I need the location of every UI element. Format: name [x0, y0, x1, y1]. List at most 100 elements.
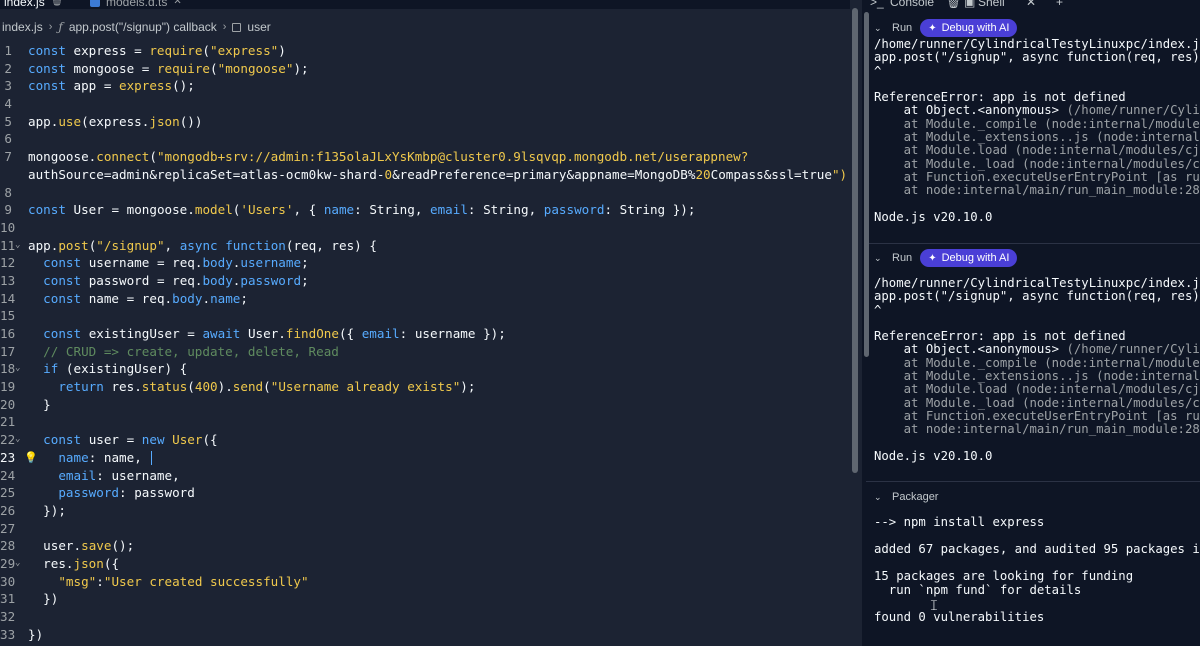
code-line[interactable]: 5 app.use(express.json()): [0, 113, 850, 131]
code-line[interactable]: 11 ⌄ app.post("/signup", async function(re…: [0, 237, 850, 255]
code-line[interactable]: 14 const name = req.body.name;: [0, 290, 850, 308]
code-line[interactable]: 12 const username = req.body.username;: [0, 254, 850, 272]
code-line[interactable]: 28 user.save();: [0, 537, 850, 555]
code-text: const user = new User({: [43, 432, 218, 448]
console-output-line: /home/runner/CylindricalTestyLinuxpc/ind…: [874, 277, 1200, 290]
chevron-down-icon[interactable]: ⌄: [874, 253, 884, 264]
packager-header: ⌄ Packager: [874, 487, 938, 507]
text-cursor-icon: 𝙸: [929, 598, 939, 614]
code-text: app.post("/signup", async function(req, …: [28, 237, 377, 253]
console-output-line: at Function.executeUserEntryPoint [as ru…: [903, 169, 1200, 184]
trash-icon[interactable]: 🗑: [51, 0, 64, 9]
code-area[interactable]: 1 const express = require("express") 2 cons…: [0, 42, 850, 643]
code-line[interactable]: 13 const password = req.body.password;: [0, 272, 850, 290]
code-line[interactable]: authSource=admin&replicaSet=atlas-ocm0kw…: [0, 166, 850, 184]
code-line[interactable]: 19 return res.status(400).send("Username…: [0, 378, 850, 396]
tab-label: index.js: [4, 0, 45, 9]
code-line[interactable]: 2 const mongoose = require("mongoose");: [0, 60, 850, 78]
packager-output-line: [874, 597, 1200, 611]
debug-label: Debug with AI: [941, 22, 1010, 34]
console-output-line: app.post("/signup", async function(req, …: [874, 50, 1200, 65]
breadcrumb-variable[interactable]: user: [247, 20, 270, 34]
code-line[interactable]: 17 // CRUD => create, update, delete, Re…: [0, 343, 850, 361]
code-line[interactable]: 9 const User = mongoose.model('Users', { …: [0, 201, 850, 219]
tab-shell[interactable]: Shell: [978, 0, 1005, 9]
console-output-line: Node.js v20.10.0: [874, 209, 993, 224]
debug-with-ai-button[interactable]: ✦ Debug with AI: [920, 249, 1018, 267]
console-output-line: ReferenceError: app is not defined: [874, 90, 1126, 105]
line-number: 14: [0, 290, 16, 306]
code-line[interactable]: 30 "msg":"User created successfully": [0, 573, 850, 591]
typescript-file-icon: [90, 0, 100, 7]
code-line[interactable]: 32: [0, 608, 850, 626]
code-line[interactable]: 29 ⌄ res.json({: [0, 555, 850, 573]
fold-chevron-icon[interactable]: ⌄: [15, 360, 20, 378]
fold-chevron-icon[interactable]: ⌄: [15, 431, 20, 449]
packager-label: Packager: [892, 491, 939, 503]
console-output-line: at Object.<anonymous> (/home/runner/Cyli…: [874, 342, 1200, 357]
code-line[interactable]: 8: [0, 184, 850, 202]
line-number: 26: [0, 502, 16, 518]
code-line[interactable]: 4: [0, 95, 850, 113]
code-line[interactable]: 22 ⌄ const user = new User({: [0, 431, 850, 449]
code-line[interactable]: 6: [0, 130, 850, 148]
line-number: 24: [0, 467, 16, 483]
console-scrollbar[interactable]: [864, 12, 869, 357]
code-line[interactable]: 24 email: username,: [0, 467, 850, 485]
code-text: const mongoose = require("mongoose");: [28, 60, 309, 76]
code-line[interactable]: 20 }: [0, 396, 850, 414]
code-text: });: [28, 502, 66, 518]
line-number: 5: [4, 113, 12, 129]
close-icon[interactable]: ✕: [1026, 0, 1036, 9]
code-line[interactable]: 10: [0, 219, 850, 237]
fold-chevron-icon[interactable]: ⌄: [15, 237, 20, 255]
console-output-line: at Module._compile (node:internal/module…: [903, 355, 1200, 370]
chevron-right-icon: ›: [48, 21, 53, 33]
editor-scrollbar[interactable]: [852, 8, 858, 473]
chevron-down-icon[interactable]: ⌄: [874, 23, 884, 34]
code-line[interactable]: 15: [0, 307, 850, 325]
code-line[interactable]: 25 password: password: [0, 484, 850, 502]
console-output-line: app.post("/signup", async function(req, …: [874, 289, 1200, 304]
code-text: authSource=admin&replicaSet=atlas-ocm0kw…: [28, 166, 848, 182]
run-header: ⌄ Run ✦ Debug with AI: [874, 248, 1018, 268]
code-line[interactable]: 16 const existingUser = await User.findO…: [0, 325, 850, 343]
chevron-right-icon: ›: [222, 21, 227, 33]
code-line[interactable]: 7 mongoose.connect("mongodb+srv://admin:f…: [0, 148, 850, 166]
debug-label: Debug with AI: [941, 252, 1010, 264]
breadcrumb-file[interactable]: index.js: [2, 20, 43, 34]
code-line[interactable]: 3 const app = express();: [0, 77, 850, 95]
code-line[interactable]: 18 ⌄ if (existingUser) {: [0, 360, 850, 378]
chevron-down-icon[interactable]: ⌄: [874, 492, 884, 503]
tab-console[interactable]: Console: [890, 0, 934, 9]
breadcrumb-callback[interactable]: app.post("/signup") callback: [69, 20, 217, 34]
tab-index-js[interactable]: index.js 🗑: [4, 0, 63, 9]
line-number: 16: [0, 326, 16, 341]
code-line[interactable]: 26 });: [0, 502, 850, 520]
packager-output: --> npm install express added 67 packages…: [874, 516, 1200, 624]
line-number: 1: [4, 43, 12, 58]
tab-models-d-ts[interactable]: models.d.ts ✕: [90, 0, 182, 9]
code-line[interactable]: 27: [0, 520, 850, 538]
code-line[interactable]: 21: [0, 413, 850, 431]
variable-icon: [232, 22, 242, 32]
fold-chevron-icon[interactable]: ⌄: [15, 555, 20, 573]
line-number: 12: [0, 255, 16, 271]
code-line[interactable]: 1 const express = require("express"): [0, 42, 850, 60]
code-editor-pane[interactable]: index.js 🗑 models.d.ts ✕ index.js › ƒ ap…: [0, 0, 858, 646]
code-line[interactable]: 23 💡 name: name,: [0, 449, 850, 467]
code-text: mongoose.connect("mongodb+srv://admin:f1…: [28, 149, 749, 165]
text-caret: [151, 451, 153, 466]
code-line[interactable]: 31 }): [0, 590, 850, 608]
debug-with-ai-button[interactable]: ✦ Debug with AI: [920, 19, 1018, 37]
breadcrumb: index.js › ƒ app.post("/signup") callbac…: [0, 18, 271, 36]
add-tab-button[interactable]: +: [1056, 0, 1063, 9]
sparkle-icon: ✦: [928, 252, 937, 264]
line-number: 20: [0, 396, 16, 412]
code-line[interactable]: 33}): [0, 626, 850, 644]
trash-icon[interactable]: 🗑: [946, 0, 961, 9]
code-text: }: [28, 396, 51, 412]
close-icon[interactable]: ✕: [173, 0, 181, 9]
line-number: 30: [0, 573, 16, 589]
